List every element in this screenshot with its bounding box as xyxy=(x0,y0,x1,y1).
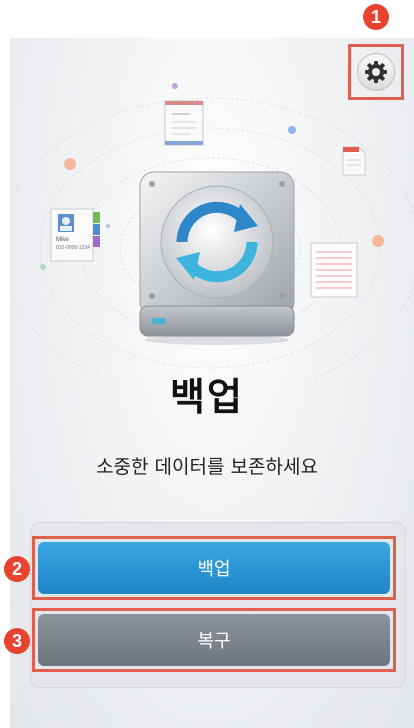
restore-button[interactable]: 복구 xyxy=(38,614,390,666)
page-subtitle: 소중한 데이터를 보존하세요 xyxy=(96,456,318,478)
page-title: 백업 xyxy=(170,375,244,419)
notepad-icon xyxy=(310,242,358,298)
decor-dot xyxy=(372,235,384,247)
contact-card-icon: Mike 010-0000-1234 xyxy=(50,208,102,262)
backup-sync-drive-icon xyxy=(139,171,295,345)
settings-highlight xyxy=(348,44,404,100)
decor-dot xyxy=(172,83,178,89)
annotation-badge-2: 2 xyxy=(4,556,30,582)
note-icon xyxy=(342,146,366,176)
annotation-badge-1: 1 xyxy=(363,4,389,30)
backup-button[interactable]: 백업 xyxy=(38,542,390,594)
decor-dot xyxy=(106,224,110,228)
restore-highlight: 복구 xyxy=(32,608,396,672)
mail-icon xyxy=(164,100,204,146)
decor-dot xyxy=(40,264,46,270)
settings-button[interactable] xyxy=(357,53,395,91)
gear-icon xyxy=(365,61,387,83)
backup-highlight: 백업 xyxy=(32,536,396,600)
annotation-badge-3: 3 xyxy=(4,628,30,654)
contact-card-name: Mike xyxy=(56,237,69,243)
decor-dot xyxy=(288,126,296,134)
contact-card-number: 010-0000-1234 xyxy=(56,245,90,251)
decor-dot xyxy=(64,158,76,170)
